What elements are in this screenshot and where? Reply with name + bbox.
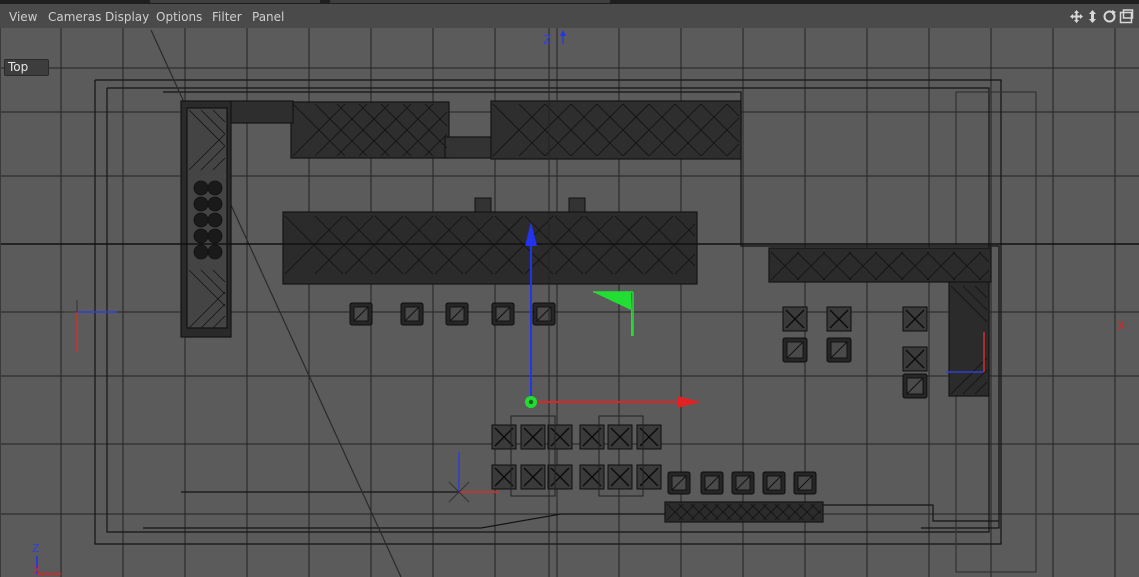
corner-axis-label-z: Z xyxy=(32,542,40,555)
stool xyxy=(902,373,928,399)
menu-options[interactable]: Options xyxy=(156,10,202,24)
stool xyxy=(826,337,852,363)
light-locator-left xyxy=(65,300,117,352)
zoom-icon[interactable] xyxy=(1085,9,1100,24)
menu-filter[interactable]: Filter xyxy=(212,10,242,24)
table xyxy=(636,424,662,450)
table xyxy=(579,424,605,450)
table xyxy=(636,464,662,490)
menu-panel[interactable]: Panel xyxy=(252,10,284,24)
menu-display[interactable]: Display xyxy=(105,10,149,24)
table xyxy=(607,424,633,450)
table xyxy=(491,424,517,450)
table xyxy=(607,464,633,490)
stool xyxy=(731,471,755,495)
table xyxy=(579,464,605,490)
camera-label-top[interactable]: Top xyxy=(4,59,49,76)
axis-label-z-top: Z xyxy=(543,33,552,47)
counter-round-object xyxy=(207,212,223,228)
small-cabinet xyxy=(568,197,586,213)
stool xyxy=(491,302,515,326)
stool xyxy=(400,302,424,326)
axis-indicator-top xyxy=(560,30,566,44)
corner-axis-label-x: X xyxy=(33,564,41,577)
table xyxy=(547,464,573,490)
top-strip-segment xyxy=(150,0,320,3)
viewport-canvas[interactable] xyxy=(1,28,1139,577)
menu-view[interactable]: View xyxy=(9,10,37,24)
counter-round-object xyxy=(193,196,209,212)
counter-round-object xyxy=(193,180,209,196)
viewport-nav-icons xyxy=(1069,9,1135,25)
counter-round-object xyxy=(207,244,223,260)
top-viewport[interactable]: Top Z X Z X xyxy=(0,28,1139,577)
maximize-icon[interactable] xyxy=(1119,9,1134,24)
table xyxy=(902,306,928,332)
table xyxy=(520,424,546,450)
rotate-icon[interactable] xyxy=(1102,9,1117,24)
stool xyxy=(762,471,786,495)
menu-cameras[interactable]: Cameras xyxy=(48,10,101,24)
stool xyxy=(793,471,817,495)
gizmo-plane-handle[interactable] xyxy=(593,292,633,336)
table xyxy=(520,464,546,490)
counter-round-object xyxy=(207,228,223,244)
counter-round-object xyxy=(207,196,223,212)
stool xyxy=(445,302,469,326)
stool xyxy=(349,302,373,326)
small-cabinet xyxy=(474,197,492,213)
gizmo-x-arrow[interactable] xyxy=(677,396,701,408)
table xyxy=(902,346,928,372)
counter-round-object xyxy=(207,180,223,196)
counter-round-object xyxy=(193,228,209,244)
table xyxy=(782,306,808,332)
stool xyxy=(532,302,556,326)
counter-round-object xyxy=(193,244,209,260)
axis-label-x-right: X xyxy=(1117,319,1126,333)
stool xyxy=(667,471,691,495)
move-icon[interactable] xyxy=(1069,9,1084,24)
table xyxy=(491,464,517,490)
table xyxy=(547,424,573,450)
top-strip-segment xyxy=(330,0,610,3)
stool xyxy=(700,471,724,495)
table xyxy=(826,306,852,332)
counter-round-object xyxy=(193,212,209,228)
stool xyxy=(782,337,808,363)
viewport-menubar: View Cameras Display Options Filter Pane… xyxy=(0,4,1139,29)
